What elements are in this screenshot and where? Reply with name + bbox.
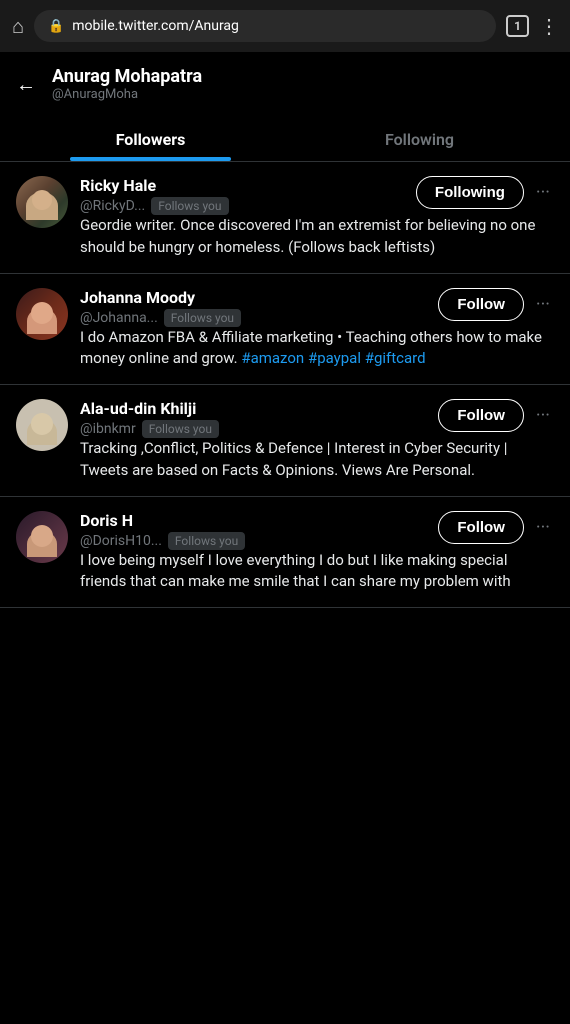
url-text: mobile.twitter.com/Anurag: [72, 18, 482, 34]
header-name: Anurag Mohapatra: [52, 66, 202, 87]
follows-you-badge: Follows you: [168, 532, 245, 550]
avatar[interactable]: [16, 511, 68, 563]
url-bar[interactable]: 🔒 mobile.twitter.com/Anurag: [34, 10, 496, 42]
page-header: ← Anurag Mohapatra @AnuragMoha Followers…: [0, 52, 570, 162]
lock-icon: 🔒: [48, 19, 64, 34]
more-options-icon[interactable]: ···: [532, 178, 554, 207]
user-handle: @DorisH10...: [80, 533, 162, 549]
tab-followers[interactable]: Followers: [16, 116, 285, 161]
user-bio: Tracking ,Conflict, Politics & Defence |…: [80, 438, 554, 482]
more-options-icon[interactable]: ···: [532, 513, 554, 542]
home-icon[interactable]: ⌂: [12, 14, 24, 39]
follows-you-badge: Follows you: [164, 309, 241, 327]
browser-chrome: ⌂ 🔒 mobile.twitter.com/Anurag 1 ⋮: [0, 0, 570, 52]
more-options-icon[interactable]: ···: [532, 290, 554, 319]
tab-following[interactable]: Following: [285, 116, 554, 161]
avatar[interactable]: [16, 288, 68, 340]
header-user-info: Anurag Mohapatra @AnuragMoha: [52, 66, 202, 102]
follow-button[interactable]: Follow: [438, 511, 524, 544]
avatar[interactable]: [16, 399, 68, 451]
user-bio: I love being myself I love everything I …: [80, 550, 554, 594]
list-item: Johanna Moody @Johanna... Follows you Fo…: [0, 274, 570, 386]
list-item: Ala-ud-din Khilji @ibnkmr Follows you Fo…: [0, 385, 570, 497]
user-handle: @Johanna...: [80, 310, 158, 326]
user-name[interactable]: Doris H: [80, 511, 133, 530]
header-top: ← Anurag Mohapatra @AnuragMoha: [16, 66, 554, 102]
user-bio: I do Amazon FBA & Affiliate marketing • …: [80, 327, 554, 371]
tabs: Followers Following: [16, 116, 554, 161]
user-name[interactable]: Johanna Moody: [80, 288, 195, 307]
bio-link-giftcard[interactable]: #giftcard: [365, 349, 426, 367]
tab-count[interactable]: 1: [506, 15, 529, 37]
avatar[interactable]: [16, 176, 68, 228]
list-item: Doris H @DorisH10... Follows you Follow …: [0, 497, 570, 609]
user-name[interactable]: Ala-ud-din Khilji: [80, 399, 196, 418]
user-bio: Geordie writer. Once discovered I'm an e…: [80, 215, 554, 259]
header-handle: @AnuragMoha: [52, 87, 202, 102]
follow-button[interactable]: Follow: [438, 399, 524, 432]
user-handle: @RickyD...: [80, 198, 145, 214]
more-options-icon[interactable]: ···: [532, 401, 554, 430]
follows-you-badge: Follows you: [151, 197, 228, 215]
user-handle: @ibnkmr: [80, 421, 136, 437]
back-button[interactable]: ←: [16, 72, 36, 97]
follows-you-badge: Follows you: [142, 420, 219, 438]
bio-link-amazon[interactable]: #amazon: [241, 349, 304, 367]
following-button[interactable]: Following: [416, 176, 524, 209]
user-list: Ricky Hale @RickyD... Follows you Follow…: [0, 162, 570, 608]
bio-link-paypal[interactable]: #paypal: [308, 349, 361, 367]
user-name[interactable]: Ricky Hale: [80, 176, 156, 195]
browser-menu-icon[interactable]: ⋮: [539, 14, 558, 38]
follow-button[interactable]: Follow: [438, 288, 524, 321]
list-item: Ricky Hale @RickyD... Follows you Follow…: [0, 162, 570, 274]
